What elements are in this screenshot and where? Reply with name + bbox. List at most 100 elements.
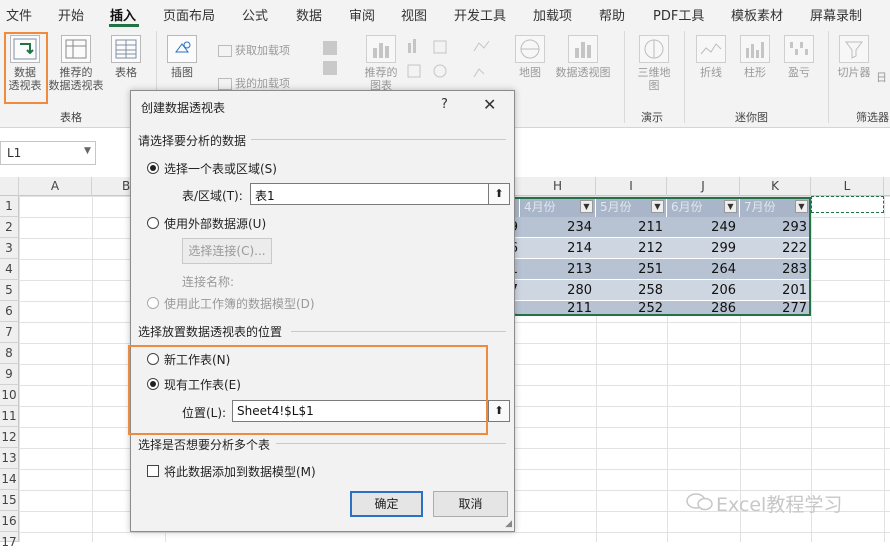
- add-to-data-model-label[interactable]: 将此数据添加到数据模型(M): [164, 463, 316, 480]
- selected-cell-l1[interactable]: [811, 196, 884, 213]
- name-box[interactable]: L1: [0, 141, 96, 165]
- select-all-corner[interactable]: [0, 177, 19, 196]
- row-header[interactable]: 14: [0, 469, 19, 490]
- illustrations-button[interactable]: 插图: [162, 35, 202, 79]
- row-header[interactable]: 3: [0, 238, 19, 259]
- my-addins-label: 我的加载项: [235, 77, 290, 90]
- range-input[interactable]: 表1: [250, 183, 489, 205]
- tab-view[interactable]: 视图: [401, 5, 427, 24]
- sparkline-line-button[interactable]: 折线: [694, 35, 728, 79]
- ribbon-tab-bar: 文件 开始 插入 页面布局 公式 数据 审阅 视图 开发工具 加载项 帮助 PD…: [0, 0, 890, 27]
- 3d-map-button[interactable]: 三维地 图: [634, 35, 674, 92]
- tab-formulas[interactable]: 公式: [242, 5, 268, 24]
- cancel-button[interactable]: 取消: [433, 491, 508, 517]
- row-header[interactable]: 1: [0, 196, 19, 217]
- group-separator: [624, 31, 625, 123]
- column-header-j[interactable]: J: [667, 177, 740, 196]
- illustrations-icon: [167, 35, 197, 63]
- tab-help[interactable]: 帮助: [599, 5, 625, 24]
- recommended-pivot-label-2: 数据透视表: [48, 79, 104, 92]
- choose-connection-button[interactable]: 选择连接(C)...: [182, 238, 272, 264]
- row-header[interactable]: 11: [0, 406, 19, 427]
- tab-data[interactable]: 数据: [296, 5, 322, 24]
- name-box-dropdown-icon[interactable]: ▼: [84, 146, 91, 156]
- tab-pdf-tools[interactable]: PDF工具: [653, 5, 704, 24]
- tab-page-layout[interactable]: 页面布局: [163, 5, 215, 24]
- row-header[interactable]: 17: [0, 532, 19, 549]
- section-divider: [276, 443, 506, 444]
- radio-external-source[interactable]: [147, 217, 159, 229]
- chart-gallery[interactable]: [404, 35, 504, 88]
- radio-data-model[interactable]: [147, 297, 159, 309]
- column-gridline: [92, 196, 93, 542]
- table-button[interactable]: 表格: [108, 35, 144, 79]
- sparkline-column-button[interactable]: 柱形: [738, 35, 772, 79]
- radio-select-range[interactable]: [147, 162, 159, 174]
- table-selection-border: [508, 197, 811, 316]
- column-header-i[interactable]: I: [596, 177, 667, 196]
- pivot-chart-icon: [568, 35, 598, 63]
- tab-addins[interactable]: 加载项: [533, 5, 572, 24]
- dialog-title: 创建数据透视表: [141, 101, 226, 115]
- row-header[interactable]: 13: [0, 448, 19, 469]
- row-header[interactable]: 2: [0, 217, 19, 238]
- row-header[interactable]: 8: [0, 343, 19, 364]
- tab-template[interactable]: 模板素材: [731, 5, 783, 24]
- slicer-label: 切片器: [837, 66, 871, 79]
- recommended-pivot-button[interactable]: 推荐的 数据透视表: [46, 35, 106, 92]
- recommended-charts-button[interactable]: 推荐的 图表: [358, 35, 404, 92]
- group-label-tours: 演示: [641, 111, 663, 124]
- tab-file[interactable]: 文件: [6, 5, 32, 24]
- maps-label: 地图: [519, 66, 541, 79]
- addins-icon: [218, 78, 232, 90]
- row-header[interactable]: 7: [0, 322, 19, 343]
- my-addins-button[interactable]: 我的加载项: [218, 77, 318, 90]
- row-header[interactable]: 12: [0, 427, 19, 448]
- tab-review[interactable]: 审阅: [349, 5, 375, 24]
- get-addins-button[interactable]: 获取加载项: [218, 44, 308, 57]
- sparkline-winloss-button[interactable]: 盈亏: [782, 35, 816, 79]
- slicer-icon: [839, 35, 869, 63]
- row-header[interactable]: 9: [0, 364, 19, 385]
- row-header[interactable]: 4: [0, 259, 19, 280]
- column-header-k[interactable]: K: [740, 177, 811, 196]
- column-header-h[interactable]: H: [520, 177, 596, 196]
- location-picker-icon[interactable]: ⬆: [488, 400, 510, 422]
- row-header[interactable]: 15: [0, 490, 19, 511]
- ok-button[interactable]: 确定: [350, 491, 423, 517]
- pivot-button-highlight: [4, 32, 48, 104]
- placement-highlight: [128, 345, 488, 435]
- close-button[interactable]: ✕: [483, 95, 496, 114]
- recommended-charts-icon: [366, 35, 396, 63]
- tab-screen-record[interactable]: 屏幕录制: [810, 5, 862, 24]
- recommended-pivot-label-1: 推荐的: [59, 66, 93, 79]
- column-header-a[interactable]: A: [19, 177, 92, 196]
- column-header-l[interactable]: L: [811, 177, 884, 196]
- win-loss-icon: [784, 35, 814, 63]
- timeline-button[interactable]: 日: [876, 71, 890, 84]
- video-icon: [323, 61, 337, 75]
- globe-icon: [515, 35, 545, 63]
- radio-external-source-label[interactable]: 使用外部数据源(U): [164, 215, 266, 232]
- radio-data-model-label[interactable]: 使用此工作簿的数据模型(D): [164, 295, 315, 312]
- range-label: 表/区域(T):: [182, 189, 243, 203]
- row-header[interactable]: 6: [0, 301, 19, 322]
- group-label-tables: 表格: [60, 111, 82, 124]
- row-header[interactable]: 5: [0, 280, 19, 301]
- radio-select-range-label[interactable]: 选择一个表或区域(S): [164, 160, 277, 177]
- 3d-map-icon: [639, 35, 669, 63]
- office-icon-button[interactable]: [323, 35, 337, 75]
- slicer-button[interactable]: 切片器: [834, 35, 874, 79]
- pivot-chart-button[interactable]: 数据透视图: [552, 35, 614, 79]
- resize-grip-icon[interactable]: ◢: [505, 519, 512, 529]
- tab-home[interactable]: 开始: [58, 5, 84, 24]
- row-header[interactable]: 16: [0, 511, 19, 532]
- recommended-pivot-icon: [61, 35, 91, 63]
- tab-insert[interactable]: 插入: [110, 5, 136, 24]
- tab-developer[interactable]: 开发工具: [454, 5, 506, 24]
- row-header[interactable]: 10: [0, 385, 19, 406]
- add-to-data-model-checkbox[interactable]: [147, 465, 159, 477]
- range-picker-icon[interactable]: ⬆: [488, 183, 510, 205]
- help-button[interactable]: ?: [441, 97, 448, 112]
- maps-button[interactable]: 地图: [510, 35, 550, 79]
